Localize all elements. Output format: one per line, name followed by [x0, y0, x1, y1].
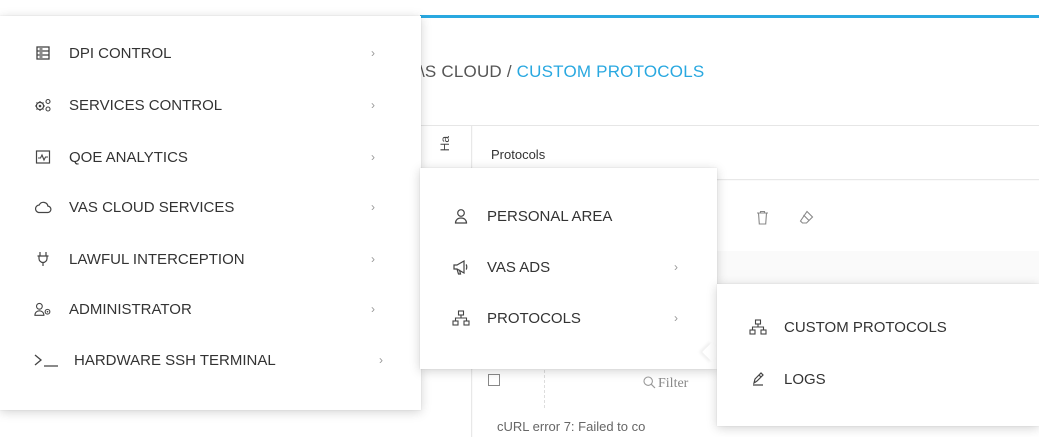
breadcrumb-parent[interactable]: \S CLOUD /	[420, 62, 517, 81]
pulse-chart-icon	[34, 148, 52, 166]
menu-item-label: VAS CLOUD SERVICES	[69, 198, 235, 216]
cloud-icon	[34, 198, 52, 216]
trash-icon[interactable]	[754, 208, 770, 226]
chevron-right-icon: ›	[371, 302, 375, 316]
breadcrumb-current: CUSTOM PROTOCOLS	[516, 62, 705, 81]
menu-item-label: VAS ADS	[487, 258, 551, 276]
menu-item-label: QOE ANALYTICS	[69, 148, 188, 166]
menu-item-logs[interactable]: LOGS	[749, 364, 1039, 394]
menu-item-administrator[interactable]: ADMINISTRATOR ›	[34, 294, 394, 324]
plug-icon	[34, 250, 52, 268]
top-bar	[420, 0, 1039, 18]
chevron-right-icon: ›	[379, 353, 383, 367]
main-menu: DPI CONTROL › SERVICES CONTROL › QOE ANA…	[0, 16, 421, 410]
filter-input[interactable]: Filter	[643, 376, 688, 392]
chevron-right-icon: ›	[371, 98, 375, 112]
menu-item-label: PROTOCOLS	[487, 309, 581, 327]
menu-item-label: CUSTOM PROTOCOLS	[784, 318, 947, 336]
menu-item-label: HARDWARE SSH TERMINAL	[74, 351, 276, 369]
menu-item-label: DPI CONTROL	[69, 44, 172, 62]
gears-icon	[34, 96, 52, 114]
menu-item-label: ADMINISTRATOR	[69, 300, 192, 318]
menu-item-custom-protocols[interactable]: CUSTOM PROTOCOLS	[749, 312, 1039, 342]
menu-item-lawful-interception[interactable]: LAWFUL INTERCEPTION ›	[34, 244, 394, 274]
menu-item-label: PERSONAL AREA	[487, 207, 613, 225]
menu-item-hardware-ssh-terminal[interactable]: HARDWARE SSH TERMINAL ›	[34, 345, 394, 375]
chevron-right-icon: ›	[371, 252, 375, 266]
side-tab-label: Ha	[438, 136, 452, 152]
menu-item-qoe-analytics[interactable]: QOE ANALYTICS ›	[34, 142, 394, 172]
menu-item-label: LAWFUL INTERCEPTION	[69, 250, 245, 268]
submenu-vas-cloud: PERSONAL AREA VAS ADS › PROTOCOLS ›	[420, 168, 717, 369]
logs-icon	[749, 370, 767, 388]
megaphone-icon	[452, 258, 470, 276]
chevron-right-icon: ›	[674, 311, 678, 325]
user-icon	[452, 207, 470, 225]
menu-item-label: LOGS	[784, 370, 826, 388]
menu-item-vas-cloud-services[interactable]: VAS CLOUD SERVICES ›	[34, 192, 394, 222]
submenu-protocols: CUSTOM PROTOCOLS LOGS	[717, 284, 1039, 426]
server-icon	[34, 44, 52, 62]
chevron-right-icon: ›	[371, 200, 375, 214]
select-all-checkbox[interactable]	[488, 374, 500, 386]
chevron-right-icon: ›	[371, 150, 375, 164]
eraser-icon[interactable]	[798, 208, 814, 226]
chevron-right-icon: ›	[371, 46, 375, 60]
chevron-right-icon: ›	[674, 260, 678, 274]
filter-placeholder: Filter	[658, 376, 689, 391]
menu-item-dpi-control[interactable]: DPI CONTROL ›	[34, 38, 394, 68]
network-icon	[452, 309, 470, 327]
search-icon	[643, 376, 656, 389]
menu-item-vas-ads[interactable]: VAS ADS ›	[452, 252, 702, 282]
menu-item-label: SERVICES CONTROL	[69, 96, 223, 114]
menu-item-services-control[interactable]: SERVICES CONTROL ›	[34, 90, 394, 120]
breadcrumb: \S CLOUD / CUSTOM PROTOCOLS	[420, 62, 704, 88]
section-title: Protocols	[491, 147, 546, 162]
menu-item-personal-area[interactable]: PERSONAL AREA	[452, 201, 702, 231]
error-message: cURL error 7: Failed to co	[497, 419, 646, 434]
menu-item-protocols[interactable]: PROTOCOLS ›	[452, 303, 702, 333]
user-gear-icon	[34, 300, 52, 318]
terminal-icon	[34, 351, 62, 369]
network-icon	[749, 318, 767, 336]
